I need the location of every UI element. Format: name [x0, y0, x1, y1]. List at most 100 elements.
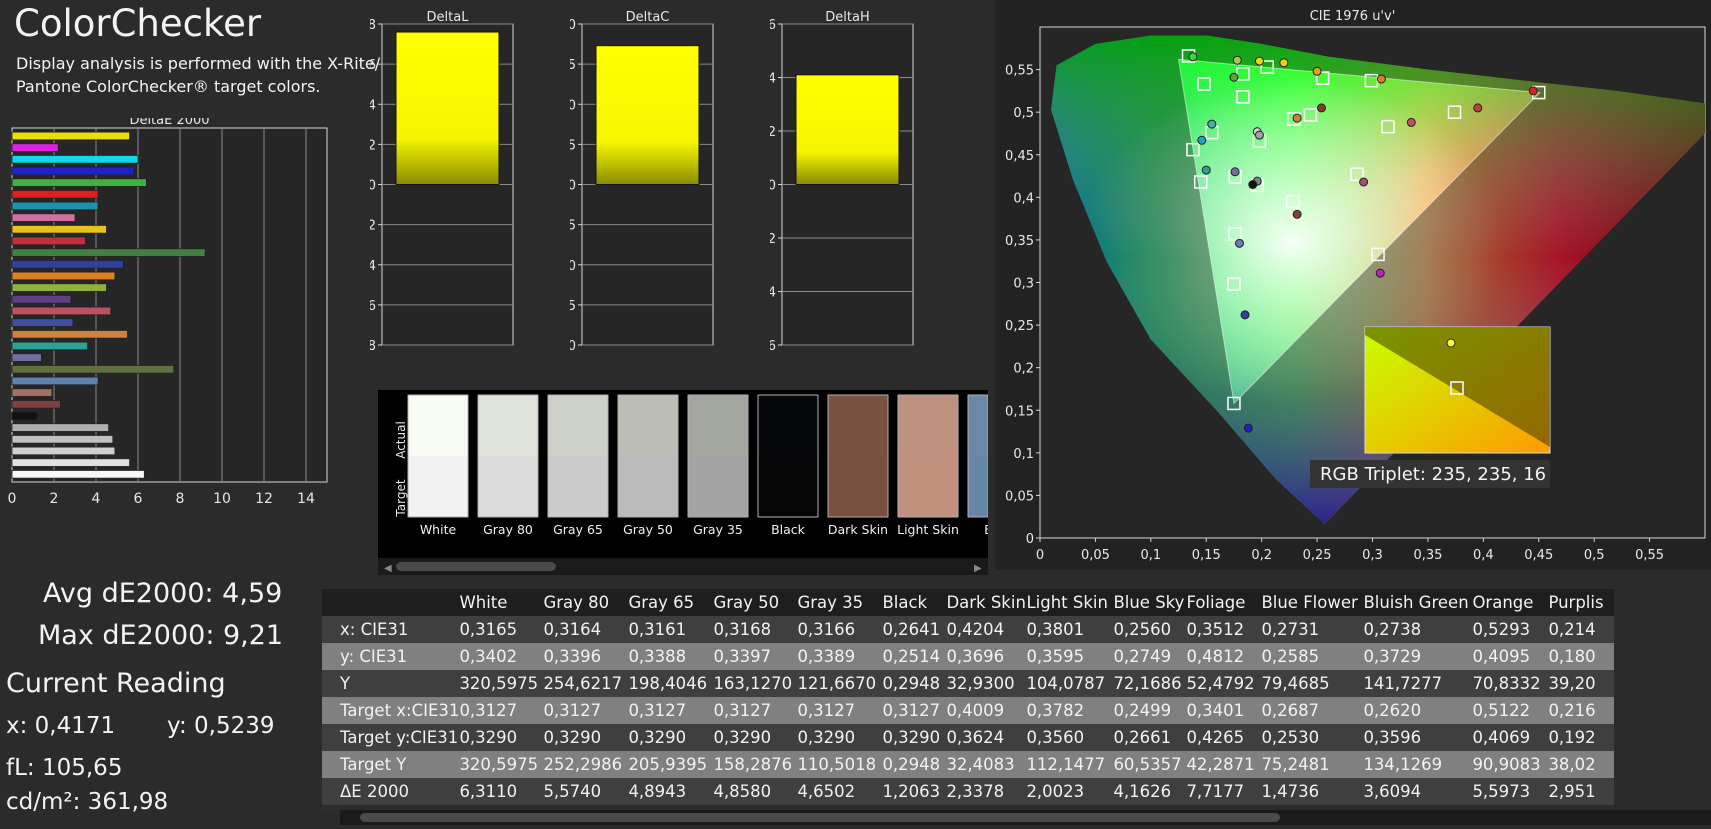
- deltal-tick-label: 8: [370, 18, 376, 33]
- table-cell: 4,1626: [1113, 778, 1187, 805]
- table-header-row: White Gray 80 Gray 65 Gray 50 Gray 35 Black Da…: [322, 589, 1615, 616]
- deltah-tick-label: -2: [770, 232, 776, 247]
- deltah-tick-label: 0: [770, 179, 776, 194]
- deltal-tick-label: 4: [370, 98, 376, 113]
- swatch-actual: [478, 395, 538, 456]
- cie-measured-point: [1188, 52, 1198, 62]
- deltae-bar: [11, 423, 109, 432]
- table-cell: 0,3401: [1186, 697, 1262, 724]
- cie-measured-point: [1240, 310, 1250, 320]
- swatch-label: Black: [771, 522, 806, 537]
- table-cell: 205,9395: [628, 751, 714, 778]
- deltae-tick-label: 4: [92, 491, 101, 507]
- swatch-actual: [688, 395, 748, 456]
- deltae-bar: [11, 318, 74, 327]
- app-title: ColorChecker: [14, 2, 262, 45]
- table-cell: 4,8943: [628, 778, 714, 805]
- cie-measured-point: [1197, 135, 1207, 145]
- table-cell: 0,3161: [628, 616, 714, 643]
- table-cell: 104,0787: [1026, 670, 1114, 697]
- table-cell: 0,3168: [713, 616, 798, 643]
- reading-x: x: 0,4171: [6, 713, 116, 739]
- cie-measured-point: [1292, 113, 1302, 123]
- deltae-bar: [11, 330, 128, 339]
- deltah-title: DeltaH: [825, 10, 869, 25]
- swatch-actual: [828, 395, 888, 456]
- table-cell: 163,1270: [713, 670, 798, 697]
- deltae-bar: [11, 271, 116, 281]
- cie-measured-point: [1292, 209, 1302, 219]
- table-row: y: CIE31 0,3402 0,3396 0,3388 0,3397 0,3389 0,…: [322, 643, 1615, 670]
- cie-xtick-label: 0,45: [1524, 548, 1553, 563]
- cie-measured-point: [1406, 117, 1416, 127]
- table-row: Y 320,5975 254,6217 198,4046 163,1270 121,667…: [322, 670, 1615, 697]
- scroll-right-icon: ▶: [974, 563, 982, 574]
- table-cell: 39,20: [1548, 670, 1615, 697]
- table-cell: 0,4095: [1472, 643, 1549, 670]
- cie-ytick-label: 0,2: [1013, 362, 1034, 377]
- swatch-actual: [758, 395, 818, 456]
- table-cell: 0,2687: [1261, 697, 1364, 724]
- swatch-actual: [548, 395, 608, 456]
- table-row-label: Target x:CIE31: [322, 697, 460, 724]
- cie-measured-point: [1528, 86, 1538, 96]
- deltae-bar: [11, 283, 107, 292]
- deltac-bar: [595, 45, 700, 186]
- deltal-tick-label: -2: [370, 219, 376, 234]
- table-row-label: ΔE 2000: [322, 778, 460, 805]
- deltac-tick-label: 15: [570, 58, 576, 73]
- table-cell: 0,3290: [543, 724, 629, 751]
- deltae-bar: [11, 470, 145, 479]
- table-cell: 2,3378: [946, 778, 1027, 805]
- swatch-target: [898, 456, 958, 517]
- deltae-tick-label: 10: [213, 491, 231, 507]
- table-corner: [322, 589, 460, 616]
- table-cell: 252,2986: [543, 751, 629, 778]
- table-cell: 79,4685: [1261, 670, 1364, 697]
- cie-measured-point: [1312, 66, 1322, 76]
- swatch-label: White: [420, 522, 457, 537]
- cie-measured-point: [1235, 238, 1244, 248]
- deltac-tick-label: 10: [570, 98, 576, 113]
- table-cell: 0,3402: [459, 643, 544, 670]
- table-row-label: x: CIE31: [322, 616, 460, 643]
- table-column-header: Gray 35: [797, 589, 883, 616]
- deltac-tick-label: -10: [570, 259, 576, 274]
- table-cell: 0,3801: [1026, 616, 1114, 643]
- table-scrollbar-thumb[interactable]: [360, 813, 1280, 822]
- deltae-bar: [11, 178, 147, 187]
- avg-de2000: Avg dE2000: 4,59: [43, 578, 283, 609]
- table-cell: 0,3165: [459, 616, 544, 643]
- table-row: ΔE 2000 6,3110 5,5740 4,8943 4,8580 4,6502 1,2…: [322, 778, 1615, 805]
- table-cell: 0,4265: [1186, 724, 1262, 751]
- table-column-header: Dark Skin: [946, 589, 1027, 616]
- deltac-tick-label: 20: [570, 18, 576, 33]
- table-cell: 0,3127: [628, 697, 714, 724]
- table-cell: 60,5357: [1113, 751, 1187, 778]
- table-cell: 0,5122: [1472, 697, 1549, 724]
- swatch-target: [618, 456, 678, 517]
- table-cell: 134,1269: [1363, 751, 1473, 778]
- cie-ytick-label: 0,3: [1013, 277, 1034, 292]
- deltae-bar: [11, 435, 114, 444]
- data-table: White Gray 80 Gray 65 Gray 50 Gray 35 Black Da…: [322, 589, 1711, 811]
- deltah-tick-label: -4: [770, 286, 776, 301]
- deltac-tick-label: 0: [570, 179, 576, 194]
- table-cell: 0,3595: [1026, 643, 1114, 670]
- table-cell: 52,4792: [1186, 670, 1262, 697]
- table-cell: 0,3290: [628, 724, 714, 751]
- table-cell: 0,2585: [1261, 643, 1364, 670]
- table-cell: 320,5975: [459, 751, 544, 778]
- table-cell: 0,2749: [1113, 643, 1187, 670]
- table-cell: 0,3729: [1363, 643, 1473, 670]
- table-cell: 0,3127: [713, 697, 798, 724]
- table-cell: 141,7277: [1363, 670, 1473, 697]
- cie-xtick-label: 0: [1036, 548, 1044, 563]
- table-cell: 32,4083: [946, 751, 1027, 778]
- table-scrollbar[interactable]: [340, 810, 1711, 825]
- reading-cdm2: cd/m²: 361,98: [6, 789, 169, 815]
- cie-ytick-label: 0,5: [1013, 106, 1034, 121]
- swatch-actual: [968, 395, 988, 456]
- table-cell: 72,1686: [1113, 670, 1187, 697]
- cie-ytick-label: 0,1: [1013, 447, 1034, 462]
